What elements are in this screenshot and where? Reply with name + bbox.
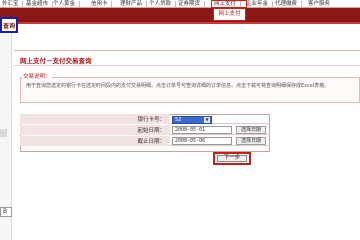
nav-item[interactable]: 基金超市 — [26, 0, 50, 8]
nav-item[interactable]: 代理缴费 — [275, 0, 299, 8]
card-number-label: 银行卡号： — [137, 117, 165, 123]
nav-separator — [111, 1, 112, 7]
nav-separator — [22, 1, 23, 7]
page-title: 网上支付－支付交易查询 — [20, 57, 92, 65]
end-date-picker-button[interactable]: 选择日期 — [236, 137, 266, 145]
card-number-value: 52 — [175, 117, 182, 123]
form-row-start-date: 起始日期： 2008-05-01 选择日期 — [20, 125, 270, 135]
start-date-picker-button[interactable]: 选择日期 — [236, 126, 266, 134]
nav-item[interactable]: 个人黄金 — [53, 0, 77, 8]
title-divider — [14, 65, 360, 66]
nav-separator — [272, 1, 273, 7]
nav-separator — [301, 1, 302, 7]
form-row-end-date: 截止日期： 2008-05-06 选择日期 — [20, 136, 270, 146]
form-label-cell: 截止日期： — [20, 136, 170, 146]
instructions-box — [20, 77, 360, 103]
next-step-button[interactable]: 下一步 — [217, 155, 247, 162]
nav-separator — [175, 1, 176, 7]
nav-item[interactable]: 证券期货 — [178, 0, 202, 8]
start-date-input[interactable]: 2008-05-01 — [172, 126, 232, 134]
nav-highlight-box — [211, 0, 247, 8]
sidebar-marker — [0, 129, 7, 137]
nav-item[interactable]: 理财产品 — [120, 0, 144, 8]
form-label-cell: 银行卡号： — [20, 114, 170, 124]
chevron-down-icon[interactable]: ▼ — [204, 117, 210, 123]
tab-online-payment-active[interactable]: 网上支付 — [213, 8, 246, 21]
subtab-query-label: 查询 — [3, 23, 16, 30]
instructions-text: 用于查询您选定的银行卡在选定时间段内的支付交易明细。点击订单号可查询详细的订单信… — [26, 83, 330, 89]
nav-separator — [146, 1, 147, 7]
subtab-query[interactable]: 查询 — [0, 17, 18, 33]
top-navigation: 外汇宝 基金超市 个人黄金 信用卡 理财产品 个人贷款 证券期货 网上支付 企业年金 代理缴费 客户… — [0, 0, 360, 8]
sidebar-button[interactable]: B — [0, 207, 12, 217]
next-step-button-highlight[interactable]: 下一步 — [213, 152, 251, 165]
nav-item[interactable]: 外汇宝 — [2, 0, 20, 8]
start-date-label: 起始日期： — [137, 128, 165, 134]
form-label-cell: 起始日期： — [20, 125, 170, 135]
brand-bar-stripe — [0, 22, 360, 24]
end-date-input[interactable]: 2008-05-06 — [172, 137, 232, 145]
nav-separator — [204, 1, 205, 7]
nav-item[interactable]: 客户服务 — [308, 0, 332, 8]
tab-online-payment-label: 网上支付 — [218, 11, 241, 17]
card-number-select[interactable]: 52 ▼ — [172, 116, 212, 124]
nav-item[interactable]: 个人贷款 — [149, 0, 173, 8]
form-row-card: 银行卡号： — [20, 114, 270, 124]
instructions-legend: 交易说明： — [22, 72, 52, 80]
end-date-label: 截止日期： — [137, 139, 165, 145]
nav-separator — [79, 1, 80, 7]
nav-item[interactable]: 信用卡 — [91, 0, 109, 8]
nav-item[interactable]: 企业年金 — [246, 0, 270, 8]
